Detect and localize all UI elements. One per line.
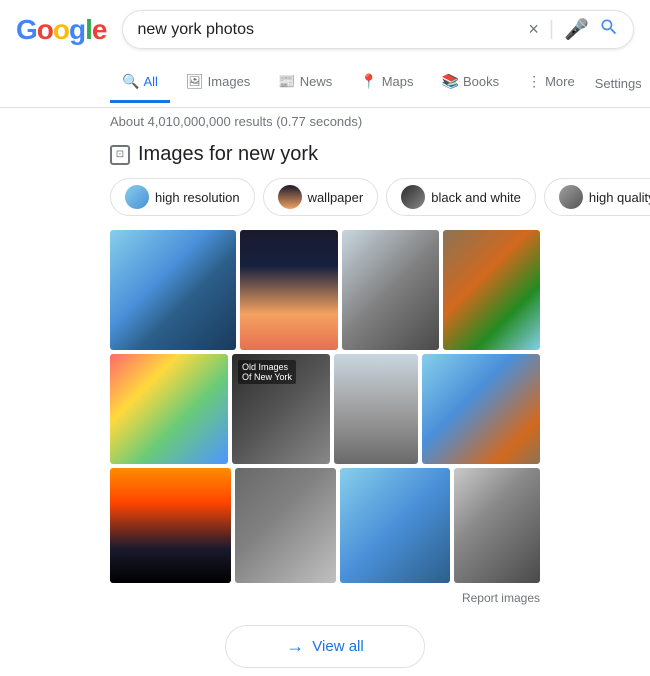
image-row-3 [110,468,540,583]
nav-tabs: 🔍 All 🖼 Images 📰 News 📍 Maps 📚 Books ⋮ M… [0,59,650,108]
tab-maps-label: Maps [382,74,414,89]
images-section: ⊡ Images for new york high resolution wa… [0,135,650,583]
tab-books[interactable]: 📚 Books [430,63,512,103]
header: Google × | 🎤 [0,0,650,59]
image-row-2: Old ImagesOf New York [110,354,540,464]
image-10[interactable] [235,468,336,583]
image-6[interactable]: Old ImagesOf New York [232,354,330,464]
search-input[interactable] [137,21,520,39]
books-icon: 📚 [442,73,459,90]
filter-label-1: high resolution [155,190,240,205]
settings-tools: Settings Tools [591,66,650,101]
google-logo: Google [16,14,106,46]
filter-black-white[interactable]: black and white [386,178,536,216]
image-11[interactable] [340,468,451,583]
settings-link[interactable]: Settings [591,66,646,101]
image-5[interactable] [110,354,228,464]
tab-all[interactable]: 🔍 All [110,63,170,103]
image-9[interactable] [110,468,231,583]
filter-label-4: high quality [589,190,650,205]
images-icon: 🖼 [186,73,204,90]
view-all-section: → View all [0,625,650,668]
more-dots-icon: ⋮ [527,73,541,90]
filter-label-3: black and white [431,190,521,205]
view-all-button[interactable]: → View all [225,625,424,668]
filter-wallpaper[interactable]: wallpaper [263,178,379,216]
search-bar: × | 🎤 [122,10,634,49]
image-2[interactable] [240,230,337,350]
tab-books-label: Books [463,74,499,89]
tab-news-label: News [300,74,333,89]
tab-all-label: All [143,74,157,89]
filter-thumb-2 [278,185,302,209]
news-icon: 📰 [278,73,295,90]
image-row-1 [110,230,540,350]
arrow-right-icon: → [286,636,304,657]
mic-icon[interactable]: 🎤 [564,17,589,42]
image-4[interactable] [443,230,540,350]
image-8[interactable] [422,354,540,464]
clear-icon[interactable]: × [528,19,539,40]
tab-news[interactable]: 📰 News [266,63,344,103]
filter-high-resolution[interactable]: high resolution [110,178,255,216]
image-3[interactable] [342,230,439,350]
tab-images[interactable]: 🖼 Images [174,63,262,103]
all-icon: 🔍 [122,73,139,90]
tab-images-label: Images [208,74,251,89]
search-submit-icon[interactable] [599,17,619,42]
divider: | [549,18,554,41]
filter-pills: high resolution wallpaper black and whit… [110,178,540,216]
images-header: ⊡ Images for new york [110,143,540,166]
images-section-icon: ⊡ [110,145,130,165]
filter-label-2: wallpaper [308,190,364,205]
filter-thumb-1 [125,185,149,209]
images-section-title: Images for new york [138,143,318,166]
filter-thumb-3 [401,185,425,209]
view-all-label: View all [312,638,363,655]
image-7[interactable] [334,354,418,464]
filter-high-quality[interactable]: high quality [544,178,650,216]
results-info: About 4,010,000,000 results (0.77 second… [0,108,650,135]
tab-maps[interactable]: 📍 Maps [348,63,425,103]
tab-more-label: More [545,74,575,89]
filter-thumb-4 [559,185,583,209]
image-1[interactable] [110,230,236,350]
image-12[interactable] [454,468,540,583]
maps-icon: 📍 [360,73,377,90]
image-overlay-label: Old ImagesOf New York [238,360,296,384]
search-bar-icons: × | 🎤 [528,17,619,42]
tab-more[interactable]: ⋮ More [515,63,587,103]
report-images[interactable]: Report images [0,587,650,609]
